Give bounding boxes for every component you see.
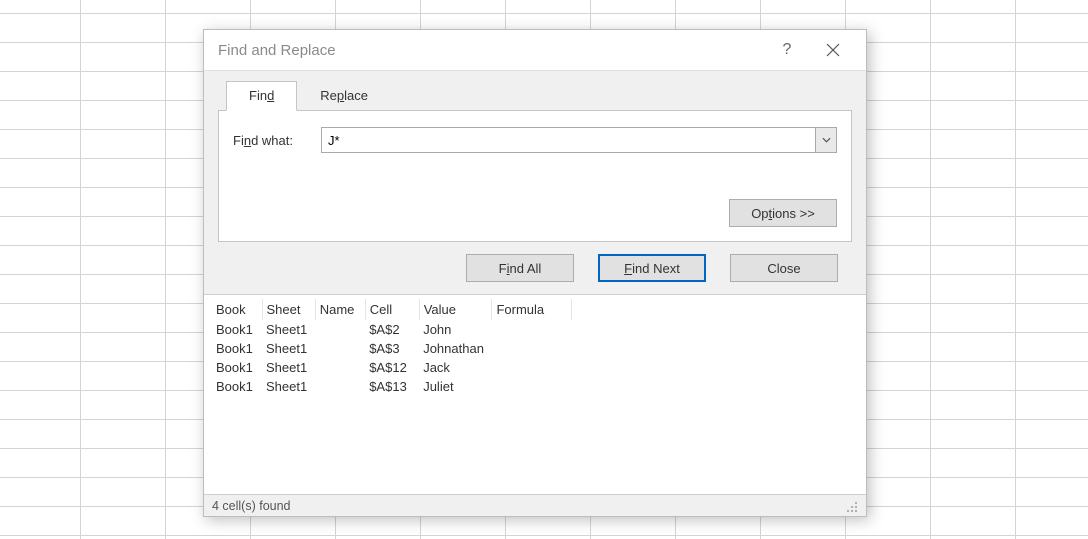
help-icon: ?	[783, 41, 792, 59]
cell-cell: $A$12	[365, 358, 419, 377]
find-what-row: Find what:	[233, 127, 837, 153]
cell-book: Book1	[212, 358, 262, 377]
cell-name	[315, 320, 365, 339]
col-header-cell[interactable]: Cell	[365, 299, 419, 320]
status-text: 4 cell(s) found	[212, 499, 291, 513]
cell-formula	[492, 358, 572, 377]
find-what-input-wrap	[321, 127, 837, 153]
table-row[interactable]: Book1 Sheet1 $A$12 Jack	[212, 358, 572, 377]
cell-sheet: Sheet1	[262, 358, 315, 377]
cell-value: Jack	[419, 358, 492, 377]
tab-find[interactable]: Find	[226, 81, 297, 111]
find-replace-dialog: Find and Replace ? Find Replace Find wha…	[203, 29, 867, 517]
col-header-formula[interactable]: Formula	[492, 299, 572, 320]
titlebar: Find and Replace ?	[204, 30, 866, 70]
cell-cell: $A$13	[365, 377, 419, 396]
cell-value: Johnathan	[419, 339, 492, 358]
cell-name	[315, 339, 365, 358]
col-header-book[interactable]: Book	[212, 299, 262, 320]
cell-sheet: Sheet1	[262, 320, 315, 339]
options-row: Options >>	[233, 199, 837, 227]
resize-grip[interactable]	[844, 499, 858, 513]
col-header-name[interactable]: Name	[315, 299, 365, 320]
close-button[interactable]: Close	[730, 254, 838, 282]
cell-cell: $A$2	[365, 320, 419, 339]
results-header-row: Book Sheet Name Cell Value Formula	[212, 299, 572, 320]
help-button[interactable]: ?	[764, 30, 810, 70]
dialog-button-row: Find All Find Next Close	[218, 242, 852, 282]
table-row[interactable]: Book1 Sheet1 $A$2 John	[212, 320, 572, 339]
close-icon	[826, 43, 840, 57]
options-button[interactable]: Options >>	[729, 199, 837, 227]
col-header-sheet[interactable]: Sheet	[262, 299, 315, 320]
cell-value: Juliet	[419, 377, 492, 396]
chevron-down-icon	[822, 137, 831, 143]
cell-book: Book1	[212, 320, 262, 339]
cell-name	[315, 358, 365, 377]
cell-book: Book1	[212, 339, 262, 358]
close-window-button[interactable]	[810, 30, 856, 70]
results-body: Book1 Sheet1 $A$2 John Book1 Sheet1 $A$3…	[212, 320, 572, 396]
tab-replace-label: Replace	[320, 88, 368, 103]
cell-sheet: Sheet1	[262, 377, 315, 396]
find-all-button[interactable]: Find All	[466, 254, 574, 282]
cell-cell: $A$3	[365, 339, 419, 358]
cell-name	[315, 377, 365, 396]
tabstrip: Find Replace	[218, 81, 852, 111]
table-row[interactable]: Book1 Sheet1 $A$3 Johnathan	[212, 339, 572, 358]
table-row[interactable]: Book1 Sheet1 $A$13 Juliet	[212, 377, 572, 396]
cell-book: Book1	[212, 377, 262, 396]
grip-icon	[844, 499, 858, 513]
statusbar: 4 cell(s) found	[204, 494, 866, 516]
results-table[interactable]: Book Sheet Name Cell Value Formula Book1…	[212, 299, 572, 396]
tab-replace[interactable]: Replace	[297, 81, 391, 111]
find-what-input[interactable]	[321, 127, 815, 153]
find-next-button[interactable]: Find Next	[598, 254, 706, 282]
cell-formula	[492, 377, 572, 396]
results-pane: Book Sheet Name Cell Value Formula Book1…	[204, 294, 866, 494]
cell-value: John	[419, 320, 492, 339]
cell-formula	[492, 339, 572, 358]
col-header-value[interactable]: Value	[419, 299, 492, 320]
find-what-dropdown-button[interactable]	[815, 127, 837, 153]
cell-formula	[492, 320, 572, 339]
tab-find-label: Find	[249, 88, 274, 103]
find-panel: Find what: Options >>	[218, 110, 852, 242]
dialog-title: Find and Replace	[218, 42, 764, 59]
dialog-body: Find Replace Find what: Opt	[204, 70, 866, 294]
cell-sheet: Sheet1	[262, 339, 315, 358]
find-what-label: Find what:	[233, 133, 307, 148]
